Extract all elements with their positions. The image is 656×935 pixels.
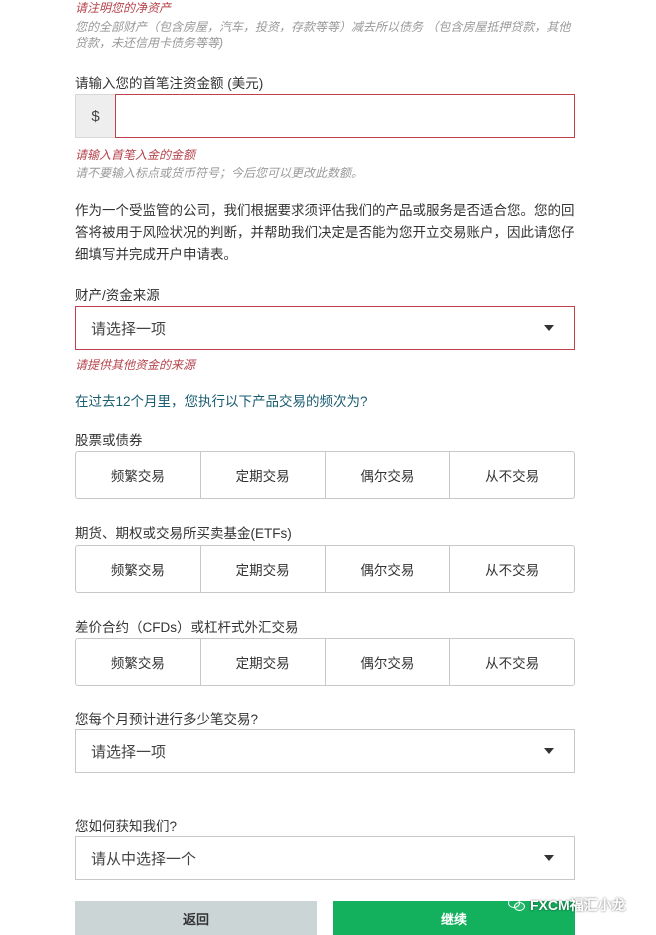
back-button[interactable]: 返回 [75, 901, 317, 935]
option-regular[interactable]: 定期交易 [201, 639, 326, 685]
option-frequent[interactable]: 频繁交易 [76, 546, 201, 592]
option-never[interactable]: 从不交易 [450, 639, 574, 685]
frequency-group-futures: 频繁交易 定期交易 偶尔交易 从不交易 [75, 545, 575, 593]
net-worth-error: 请注明您的净资产 [75, 1, 172, 15]
product-label-futures: 期货、期权或交易所买卖基金(ETFs) [75, 526, 292, 541]
deposit-amount-input[interactable] [115, 94, 575, 138]
monthly-trades-select[interactable]: 请选择一项 [75, 729, 575, 773]
wechat-icon [508, 898, 526, 912]
chevron-down-icon [544, 748, 554, 754]
referral-value: 请从中选择一个 [91, 850, 197, 868]
referral-label: 您如何获知我们? [75, 819, 178, 834]
product-label-stocks: 股票或债券 [75, 433, 143, 448]
chevron-down-icon [544, 855, 554, 861]
frequency-question: 在过去12个月里，您执行以下产品交易的频次为? [75, 394, 368, 409]
option-occasional[interactable]: 偶尔交易 [326, 639, 451, 685]
option-frequent[interactable]: 频繁交易 [76, 639, 201, 685]
fund-source-error: 请提供其他资金的来源 [75, 358, 196, 372]
watermark: FXCM福汇小龙 [508, 895, 626, 915]
frequency-group-stocks: 频繁交易 定期交易 偶尔交易 从不交易 [75, 451, 575, 499]
option-occasional[interactable]: 偶尔交易 [326, 452, 451, 498]
currency-prefix: $ [75, 94, 115, 138]
referral-select[interactable]: 请从中选择一个 [75, 836, 575, 880]
watermark-text: FXCM福汇小龙 [530, 897, 626, 913]
deposit-hint: 请不要输入标点或货币符号；今后您可以更改此数额。 [75, 166, 364, 180]
product-label-cfds: 差价合约（CFDs）或杠杆式外汇交易 [75, 620, 299, 635]
deposit-error: 请输入首笔入金的金额 [75, 148, 196, 162]
option-regular[interactable]: 定期交易 [201, 546, 326, 592]
fund-source-value: 请选择一项 [91, 320, 167, 338]
fund-source-label: 财产/资金来源 [75, 288, 160, 303]
option-never[interactable]: 从不交易 [450, 546, 574, 592]
monthly-trades-label: 您每个月预计进行多少笔交易? [75, 712, 259, 727]
option-regular[interactable]: 定期交易 [201, 452, 326, 498]
monthly-trades-value: 请选择一项 [91, 743, 167, 761]
deposit-label: 请输入您的首笔注资金额 (美元) [75, 76, 264, 91]
net-worth-hint: 您的全部财产（包含房屋，汽车，投资，存款等等）减去所以债务 （包含房屋抵押贷款，… [75, 20, 571, 50]
deposit-amount-group: $ [75, 94, 575, 138]
regulatory-notice: 作为一个受监管的公司，我们根据要求须评估我们的产品或服务是否适合您。您的回答将被… [75, 203, 575, 262]
option-frequent[interactable]: 频繁交易 [76, 452, 201, 498]
chevron-down-icon [544, 325, 554, 331]
option-never[interactable]: 从不交易 [450, 452, 574, 498]
frequency-group-cfds: 频繁交易 定期交易 偶尔交易 从不交易 [75, 638, 575, 686]
fund-source-select[interactable]: 请选择一项 [75, 306, 575, 350]
option-occasional[interactable]: 偶尔交易 [326, 546, 451, 592]
